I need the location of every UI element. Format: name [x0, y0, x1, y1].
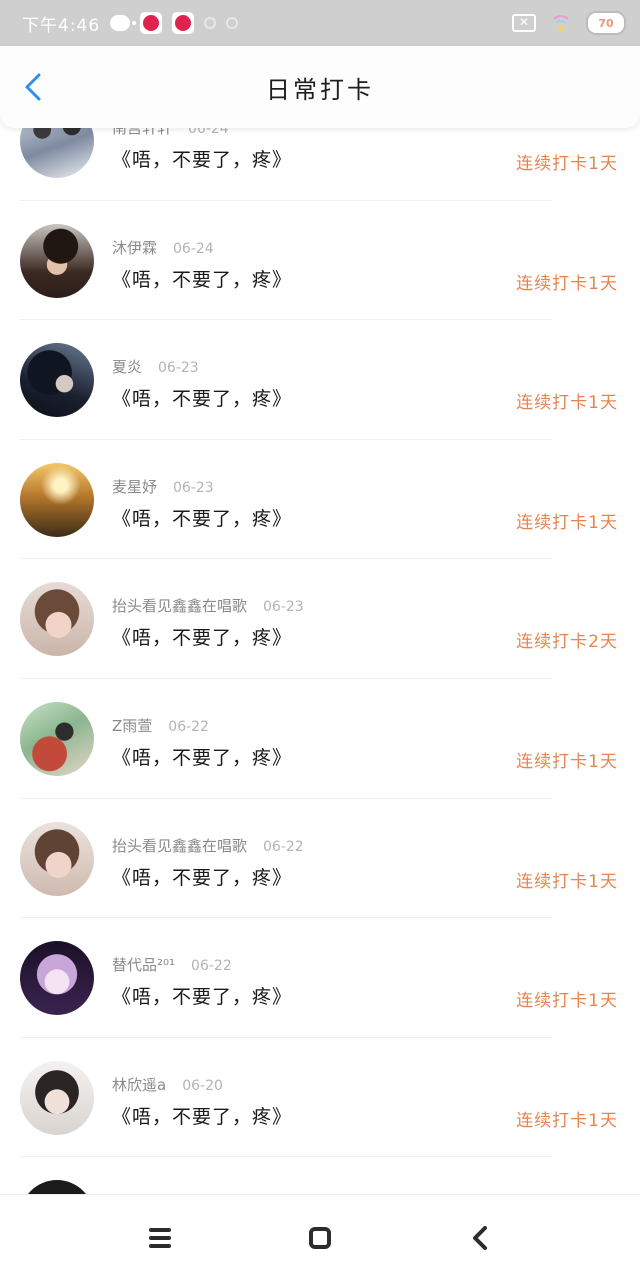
date: 06-24 — [188, 128, 229, 137]
home-square-icon — [309, 1226, 331, 1249]
avatar[interactable] — [20, 1060, 94, 1135]
avatar[interactable] — [20, 128, 94, 178]
checkin-content: 《唔，不要了，疼》 — [112, 149, 293, 171]
header: 日常打卡 — [0, 46, 640, 128]
list-item[interactable]: 麦星妤 06-23 《唔，不要了，疼》 连续打卡1天 — [0, 440, 640, 560]
list-item[interactable]: 南宫轩轩 06-24 《唔，不要了，疼》 连续打卡1天 — [0, 128, 640, 201]
no-sim-icon: ✕ — [512, 14, 536, 32]
date: 06-22 — [168, 718, 209, 735]
username[interactable]: Z雨萱 — [112, 715, 152, 736]
menu-button[interactable] — [140, 1218, 180, 1258]
streak-label: 连续打卡1天 — [516, 871, 618, 892]
date: 06-23 — [173, 479, 214, 496]
list-item[interactable]: 替代品²⁰¹ 06-22 《唔，不要了，疼》 连续打卡1天 — [0, 918, 640, 1038]
chevron-left-icon — [473, 1225, 487, 1250]
username[interactable]: 沐伊霖 — [112, 237, 157, 258]
menu-icon — [149, 1227, 171, 1248]
username[interactable]: 夏炎 — [112, 356, 142, 377]
streak-label: 连续打卡1天 — [516, 512, 618, 533]
notification-dot-icon — [204, 17, 217, 29]
list-item[interactable]: Z雨萱 06-22 《唔，不要了，疼》 连续打卡1天 — [0, 679, 640, 799]
streak-label: 连续打卡1天 — [516, 154, 618, 174]
status-right: ✕ 70 — [512, 11, 626, 35]
system-back-button[interactable] — [460, 1218, 500, 1258]
avatar[interactable] — [20, 701, 94, 776]
checkin-content: 《唔，不要了，疼》 — [112, 268, 293, 291]
wifi-icon — [550, 15, 572, 31]
checkin-content: 《唔，不要了，疼》 — [112, 986, 293, 1009]
username[interactable]: 抬头看见鑫鑫在唱歌 — [112, 835, 247, 856]
date: 06-23 — [158, 360, 199, 377]
username[interactable]: 林欣遥a — [112, 1074, 166, 1095]
streak-label: 连续打卡1天 — [516, 273, 618, 294]
chevron-left-icon — [25, 73, 41, 101]
avatar[interactable] — [20, 582, 94, 657]
username[interactable]: 替代品²⁰¹ — [112, 954, 175, 975]
date: 06-22 — [191, 958, 232, 975]
username[interactable]: 抬头看见鑫鑫在唱歌 — [112, 595, 247, 616]
checkin-content: 《唔，不要了，疼》 — [112, 866, 293, 889]
list-item[interactable] — [0, 1157, 640, 1194]
status-bar: 下午4:46 ✕ 70 — [0, 0, 640, 46]
system-nav-bar — [0, 1194, 640, 1280]
avatar[interactable] — [20, 343, 94, 418]
date: 06-20 — [182, 1077, 223, 1094]
status-time: 下午4:46 — [22, 15, 101, 36]
streak-label: 连续打卡1天 — [516, 393, 618, 414]
app-notification-icon — [140, 12, 163, 34]
streak-label: 连续打卡1天 — [516, 1110, 618, 1131]
checkin-content: 《唔，不要了，疼》 — [112, 388, 293, 411]
streak-label: 连续打卡2天 — [516, 632, 618, 653]
chat-bubble-icon — [110, 15, 137, 31]
avatar[interactable] — [20, 462, 94, 537]
avatar[interactable] — [20, 1180, 94, 1194]
status-left: 下午4:46 — [22, 11, 239, 36]
avatar[interactable] — [20, 941, 94, 1016]
streak-label: 连续打卡1天 — [516, 751, 618, 772]
checkin-list[interactable]: 南宫轩轩 06-24 《唔，不要了，疼》 连续打卡1天 沐伊霖 06-24 《唔，不… — [0, 128, 640, 1194]
date: 06-22 — [263, 838, 304, 855]
home-button[interactable] — [300, 1218, 340, 1258]
avatar[interactable] — [20, 821, 94, 896]
app-notification-icon — [172, 12, 195, 34]
list-item[interactable]: 抬头看见鑫鑫在唱歌 06-22 《唔，不要了，疼》 连续打卡1天 — [0, 799, 640, 919]
streak-label: 连续打卡1天 — [516, 991, 618, 1012]
page-title: 日常打卡 — [266, 75, 374, 104]
avatar[interactable] — [20, 223, 94, 298]
notification-dot-icon — [226, 17, 239, 29]
list-item[interactable]: 林欣遥a 06-20 《唔，不要了，疼》 连续打卡1天 — [0, 1038, 640, 1158]
back-button[interactable] — [18, 72, 48, 102]
checkin-content: 《唔，不要了，疼》 — [112, 746, 293, 769]
date: 06-23 — [263, 599, 304, 616]
username[interactable]: 麦星妤 — [112, 476, 157, 497]
date: 06-24 — [173, 240, 214, 257]
username[interactable]: 南宫轩轩 — [112, 128, 172, 138]
list-item[interactable]: 抬头看见鑫鑫在唱歌 06-23 《唔，不要了，疼》 连续打卡2天 — [0, 559, 640, 679]
checkin-content: 《唔，不要了，疼》 — [112, 507, 293, 530]
list-item[interactable]: 沐伊霖 06-24 《唔，不要了，疼》 连续打卡1天 — [0, 201, 640, 321]
list-item[interactable]: 夏炎 06-23 《唔，不要了，疼》 连续打卡1天 — [0, 320, 640, 440]
battery-icon: 70 — [586, 11, 626, 35]
checkin-content: 《唔，不要了，疼》 — [112, 1105, 293, 1128]
checkin-content: 《唔，不要了，疼》 — [112, 627, 293, 650]
